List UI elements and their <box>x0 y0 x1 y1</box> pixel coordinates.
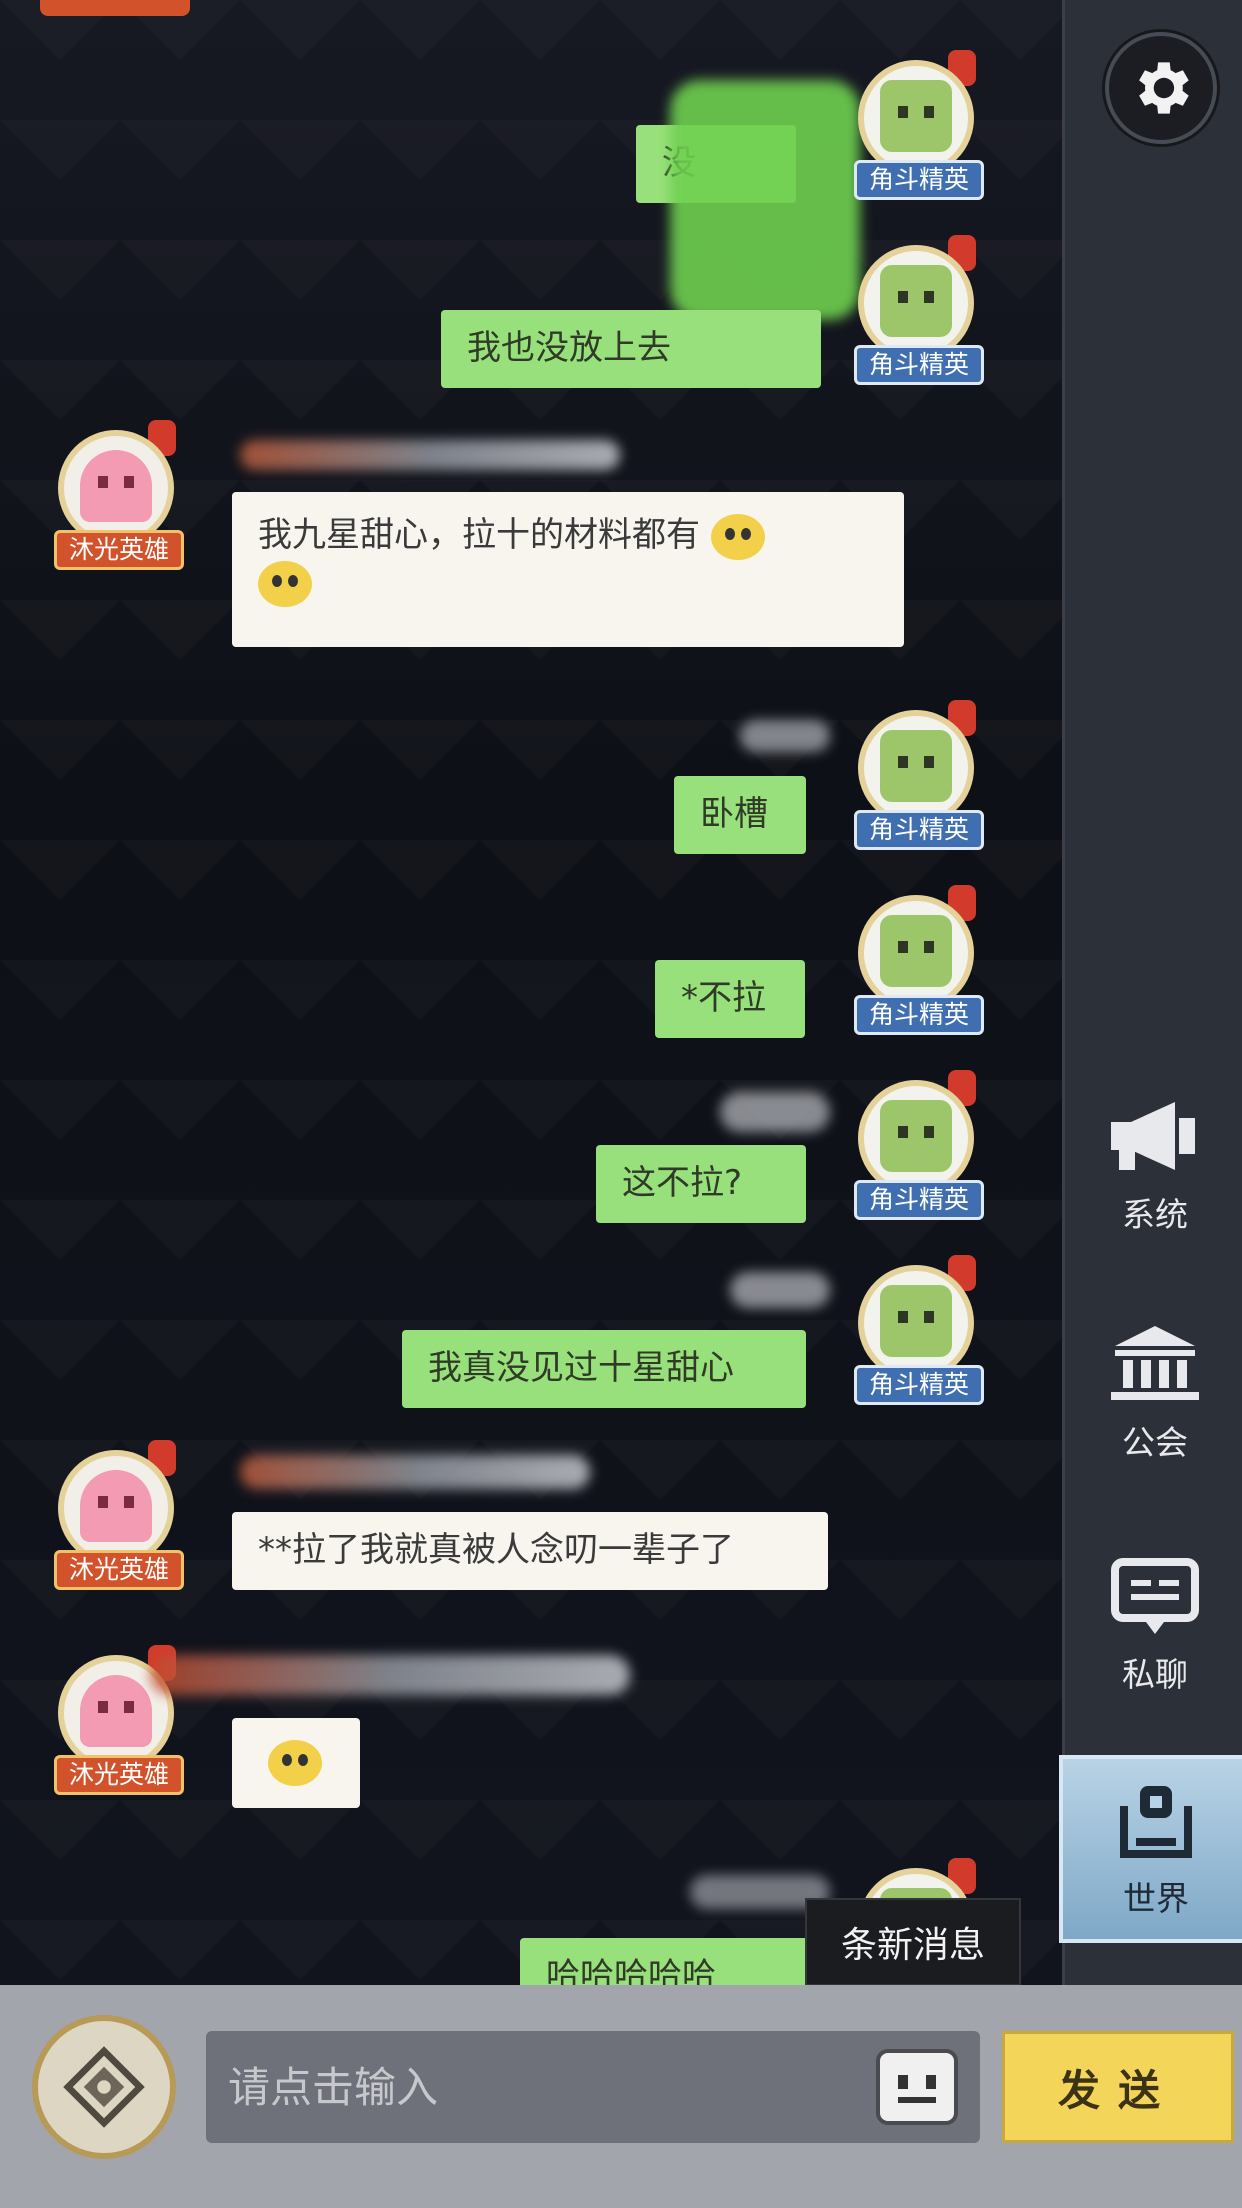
message-bubble <box>232 1718 360 1808</box>
redacted-name <box>240 1455 590 1489</box>
avatar[interactable]: 沐光英雄 <box>36 420 196 580</box>
rank-badge: 角斗精英 <box>854 160 984 200</box>
new-messages-button[interactable]: 条新消息 <box>805 1898 1021 1985</box>
guild-hall-icon <box>1111 1326 1199 1400</box>
avatar[interactable]: 角斗精英 <box>836 235 996 395</box>
rank-badge: 沐光英雄 <box>54 1755 184 1795</box>
megaphone-icon <box>1111 1102 1195 1170</box>
rank-badge: 角斗精英 <box>854 1180 984 1220</box>
rank-badge: 角斗精英 <box>854 810 984 850</box>
smiley-emoji-icon <box>268 1739 322 1786</box>
message-bubble: 卧槽 <box>674 776 806 854</box>
message-bubble: 这不拉? <box>596 1145 806 1223</box>
tab-world[interactable]: 世界 <box>1059 1755 1242 1943</box>
avatar[interactable]: 角斗精英 <box>836 1070 996 1230</box>
redacted-name <box>240 440 620 470</box>
send-button[interactable]: 发送 <box>1002 2031 1234 2143</box>
chat-area[interactable]: 没 角斗精英 我也没放上去 角斗精英 沐光英雄 我九星甜心，拉十的材料都有 卧槽… <box>0 0 1062 1985</box>
avatar[interactable]: 角斗精英 <box>836 50 996 210</box>
rank-badge: 角斗精英 <box>854 995 984 1035</box>
smiley-emoji-icon <box>258 561 312 607</box>
gear-icon <box>1139 62 1189 114</box>
redacted-name <box>150 1655 630 1695</box>
settings-button[interactable] <box>1105 32 1217 144</box>
message-bubble: *不拉 <box>655 960 805 1038</box>
partial-badge-top <box>40 0 190 16</box>
tab-system[interactable]: 系统 <box>1065 1085 1242 1245</box>
redacted-name <box>730 1272 830 1308</box>
input-bar: 发送 <box>0 1985 1242 2208</box>
message-input[interactable] <box>206 2031 980 2143</box>
tab-guild[interactable]: 公会 <box>1065 1313 1242 1473</box>
rank-badge: 角斗精英 <box>854 345 984 385</box>
message-bubble: 我真没见过十星甜心 <box>402 1330 806 1408</box>
world-icon <box>1120 1786 1192 1858</box>
message-bubble: **拉了我就真被人念叨一辈子了 <box>232 1512 828 1590</box>
redacted-name <box>670 80 860 320</box>
quick-menu-button[interactable] <box>32 2015 176 2159</box>
message-bubble: 我也没放上去 <box>441 310 821 388</box>
rank-badge: 沐光英雄 <box>54 530 184 570</box>
tab-private-chat[interactable]: 私聊 <box>1065 1545 1242 1705</box>
chat-bubble-icon <box>1111 1558 1199 1634</box>
avatar[interactable]: 角斗精英 <box>836 700 996 860</box>
compass-icon <box>63 2046 145 2128</box>
redacted-name <box>720 1092 830 1132</box>
smiley-emoji-icon <box>710 513 765 560</box>
message-bubble: 哈哈哈哈哈 <box>520 1938 820 1985</box>
message-bubble: 我九星甜心，拉十的材料都有 <box>232 492 904 647</box>
rank-badge: 角斗精英 <box>854 1365 984 1405</box>
redacted-name <box>740 720 830 752</box>
avatar[interactable]: 沐光英雄 <box>36 1440 196 1600</box>
sidebar: 系统 公会 私聊 世界 <box>1059 0 1242 1985</box>
avatar[interactable]: 角斗精英 <box>836 1255 996 1415</box>
avatar[interactable]: 角斗精英 <box>836 885 996 1045</box>
emoji-picker-button[interactable] <box>876 2049 958 2125</box>
rank-badge: 沐光英雄 <box>54 1550 184 1590</box>
